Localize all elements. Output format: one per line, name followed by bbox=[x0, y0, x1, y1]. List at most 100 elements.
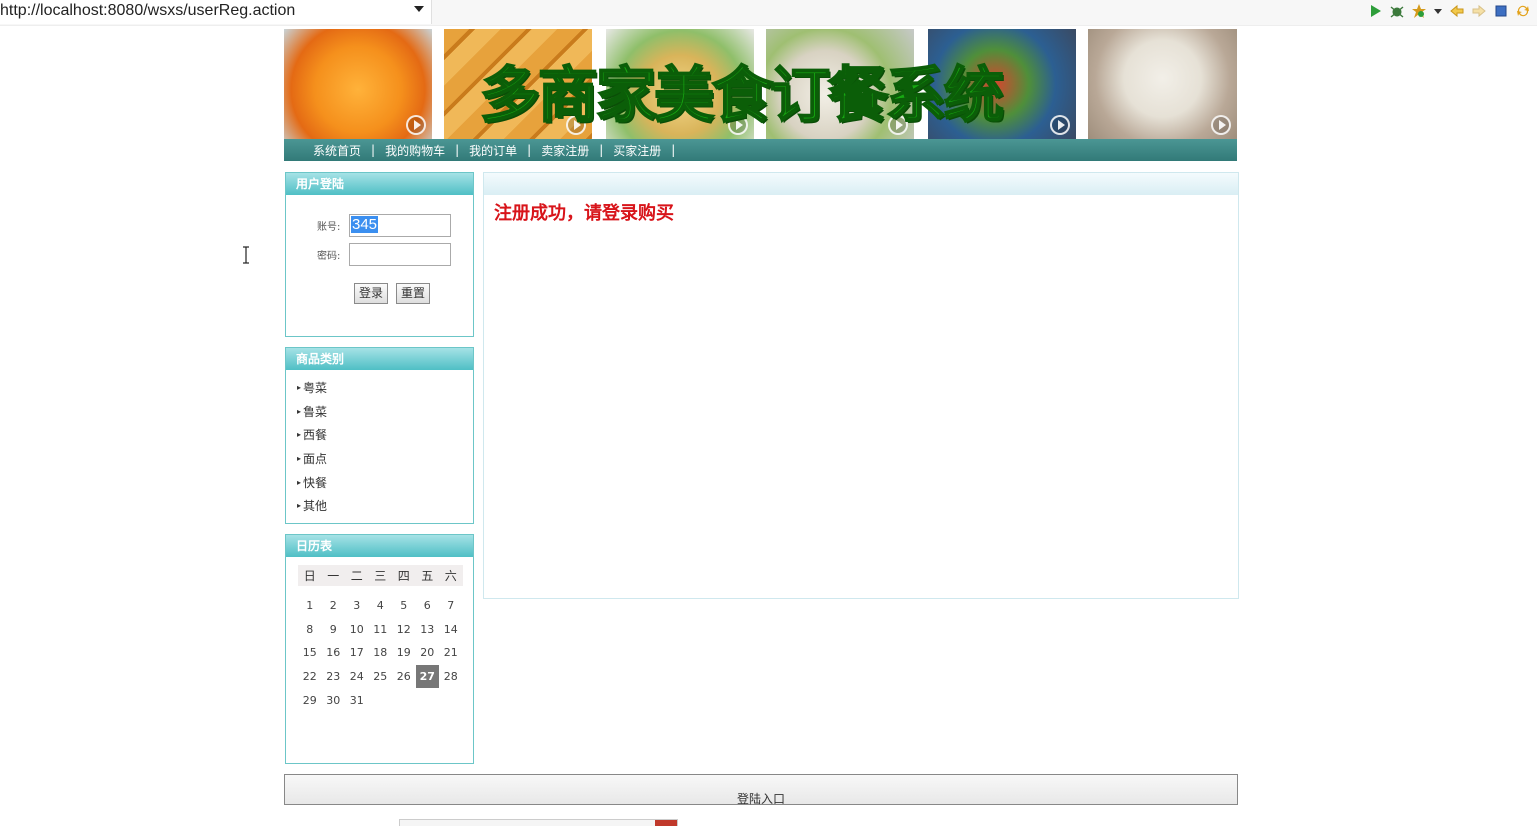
debug-icon[interactable] bbox=[1389, 3, 1405, 19]
login-button[interactable]: 登录 bbox=[354, 283, 388, 304]
calendar-day[interactable]: 25 bbox=[369, 665, 393, 689]
calendar-day[interactable]: 26 bbox=[392, 665, 416, 689]
forward-icon[interactable] bbox=[1471, 3, 1487, 19]
registration-success-message: 注册成功，请登录购买 bbox=[494, 203, 674, 224]
category-label[interactable]: 鲁菜 bbox=[303, 403, 327, 420]
site-title: 多商家美食订餐系统 bbox=[479, 60, 1005, 132]
calendar-day[interactable]: 9 bbox=[322, 618, 346, 642]
bullet-icon: ▸ bbox=[297, 406, 302, 416]
calendar-day[interactable]: 21 bbox=[439, 641, 463, 665]
address-bar[interactable]: http://localhost:8080/wsxs/userReg.actio… bbox=[0, 0, 432, 24]
calendar-day[interactable]: 7 bbox=[439, 594, 463, 618]
nav-separator: | bbox=[527, 143, 532, 157]
calendar-day[interactable]: 19 bbox=[392, 641, 416, 665]
category-item[interactable]: ▸ 鲁菜 bbox=[297, 400, 473, 424]
category-item[interactable]: ▸ 西餐 bbox=[297, 423, 473, 447]
calendar-day[interactable]: 14 bbox=[439, 618, 463, 642]
calendar-day[interactable]: 6 bbox=[416, 594, 440, 618]
category-label[interactable]: 快餐 bbox=[303, 474, 327, 491]
calendar-day[interactable]: 3 bbox=[345, 594, 369, 618]
play-icon bbox=[1211, 115, 1231, 135]
reset-button[interactable]: 重置 bbox=[396, 283, 430, 304]
weekday-header: 日 bbox=[298, 565, 322, 586]
calendar-weekday-row: 日 一 二 三 四 五 六 bbox=[298, 565, 463, 586]
category-item[interactable]: ▸ 粤菜 bbox=[297, 376, 473, 400]
calendar-day[interactable]: 4 bbox=[369, 594, 393, 618]
weekday-header: 六 bbox=[439, 565, 463, 586]
nav-separator: | bbox=[599, 143, 604, 157]
category-item[interactable]: ▸ 面点 bbox=[297, 447, 473, 471]
account-input[interactable]: 345 bbox=[349, 214, 451, 237]
external-tools-icon[interactable] bbox=[1411, 3, 1427, 19]
calendar-empty-cell bbox=[392, 688, 416, 712]
nav-cart-link[interactable]: 我的购物车 bbox=[385, 142, 445, 159]
play-icon bbox=[406, 115, 426, 135]
address-url[interactable]: http://localhost:8080/wsxs/userReg.actio… bbox=[0, 2, 295, 20]
calendar-day[interactable]: 23 bbox=[322, 665, 346, 689]
calendar-week-row: 8 9 10 11 12 13 14 bbox=[298, 618, 463, 642]
category-label[interactable]: 面点 bbox=[303, 450, 327, 467]
calendar-day[interactable]: 31 bbox=[345, 688, 369, 712]
calendar-day[interactable]: 10 bbox=[345, 618, 369, 642]
calendar-week-row: 15 16 17 18 19 20 21 bbox=[298, 641, 463, 665]
weekday-header: 三 bbox=[368, 565, 392, 586]
nav-buyer-register-link[interactable]: 买家注册 bbox=[613, 142, 661, 159]
calendar-day[interactable]: 20 bbox=[416, 641, 440, 665]
browser-toolbar: http://localhost:8080/wsxs/userReg.actio… bbox=[0, 0, 1537, 26]
dropdown-arrow-icon[interactable] bbox=[1433, 3, 1443, 19]
password-input[interactable] bbox=[349, 243, 451, 266]
category-item[interactable]: ▸ 快餐 bbox=[297, 470, 473, 494]
login-panel-title: 用户登陆 bbox=[286, 173, 473, 195]
site-banner: 多商家美食订餐系统 bbox=[284, 29, 1237, 139]
calendar-day[interactable]: 12 bbox=[392, 618, 416, 642]
nav-orders-link[interactable]: 我的订单 bbox=[469, 142, 517, 159]
calendar-panel: 日历表 日 一 二 三 四 五 六 1 2 3 4 5 6 7 8 9 10 11 12 13 14 15 1… bbox=[285, 534, 474, 764]
calendar-day[interactable]: 18 bbox=[369, 641, 393, 665]
category-item[interactable]: ▸ 其他 bbox=[297, 494, 473, 518]
category-label[interactable]: 其他 bbox=[303, 497, 327, 514]
run-icon[interactable] bbox=[1367, 3, 1383, 19]
calendar-day[interactable]: 1 bbox=[298, 594, 322, 618]
calendar-week-row: 29 30 31 bbox=[298, 688, 463, 712]
category-panel-title: 商品类别 bbox=[286, 348, 473, 370]
stop-icon[interactable] bbox=[1493, 3, 1509, 19]
calendar-empty-cell bbox=[416, 688, 440, 712]
calendar-day[interactable]: 28 bbox=[439, 665, 463, 689]
weekday-header: 一 bbox=[321, 565, 345, 586]
calendar-day[interactable]: 27 bbox=[415, 664, 439, 689]
calendar-day[interactable]: 11 bbox=[369, 618, 393, 642]
calendar-days: 1 2 3 4 5 6 7 8 9 10 11 12 13 14 15 16 17 18 19 20 21 22 23 24 2… bbox=[298, 586, 463, 712]
calendar-day[interactable]: 29 bbox=[298, 688, 322, 712]
nav-home-link[interactable]: 系统首页 bbox=[313, 142, 361, 159]
footer-login-entry[interactable]: 登陆入口 bbox=[737, 790, 785, 807]
calendar-day[interactable]: 5 bbox=[392, 594, 416, 618]
bullet-icon: ▸ bbox=[297, 383, 302, 393]
calendar-day[interactable]: 13 bbox=[416, 618, 440, 642]
calendar-day[interactable]: 16 bbox=[322, 641, 346, 665]
account-row: 账号: 345 bbox=[317, 214, 451, 237]
calendar-day[interactable]: 15 bbox=[298, 641, 322, 665]
main-content: 注册成功，请登录购买 bbox=[483, 172, 1239, 599]
refresh-icon[interactable] bbox=[1515, 3, 1531, 19]
weekday-header: 五 bbox=[415, 565, 439, 586]
calendar-day[interactable]: 22 bbox=[298, 665, 322, 689]
weekday-header: 四 bbox=[392, 565, 416, 586]
calendar-day[interactable]: 17 bbox=[345, 641, 369, 665]
calendar-week-row: 1234567 bbox=[298, 594, 463, 618]
taskbar-popup-edge bbox=[399, 819, 678, 826]
address-dropdown-icon[interactable] bbox=[414, 6, 424, 12]
account-input-value: 345 bbox=[351, 216, 379, 233]
category-list: ▸ 粤菜 ▸ 鲁菜 ▸ 西餐 ▸ 面点 ▸ 快餐 ▸ 其他 bbox=[286, 370, 473, 518]
calendar-day[interactable]: 24 bbox=[345, 665, 369, 689]
calendar-day[interactable]: 30 bbox=[322, 688, 346, 712]
play-icon bbox=[1050, 115, 1070, 135]
category-label[interactable]: 粤菜 bbox=[303, 379, 327, 396]
weekday-header: 二 bbox=[345, 565, 369, 586]
nav-seller-register-link[interactable]: 卖家注册 bbox=[541, 142, 589, 159]
category-label[interactable]: 西餐 bbox=[303, 426, 327, 443]
main-content-header bbox=[484, 173, 1238, 195]
category-panel: 商品类别 ▸ 粤菜 ▸ 鲁菜 ▸ 西餐 ▸ 面点 ▸ 快餐 ▸ 其他 bbox=[285, 347, 474, 524]
calendar-day[interactable]: 8 bbox=[298, 618, 322, 642]
back-icon[interactable] bbox=[1449, 3, 1465, 19]
calendar-day[interactable]: 2 bbox=[322, 594, 346, 618]
